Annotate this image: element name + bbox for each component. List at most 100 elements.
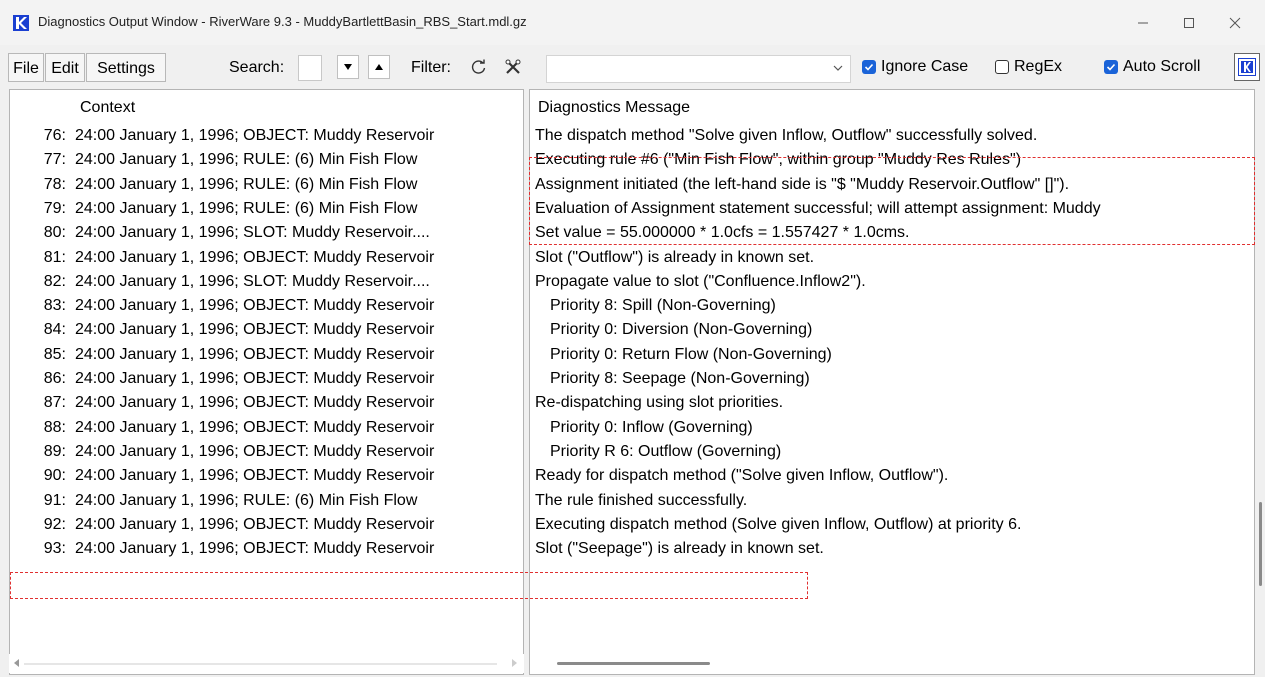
context-row[interactable]: 88: 24:00 January 1, 1996; OBJECT: Muddy … — [10, 416, 523, 440]
context-row[interactable]: 85: 24:00 January 1, 1996; OBJECT: Muddy … — [10, 343, 523, 367]
checkbox-checked-icon — [862, 60, 876, 74]
context-row[interactable]: 92: 24:00 January 1, 1996; OBJECT: Muddy … — [10, 513, 523, 537]
diagnostics-window: Diagnostics Output Window - RiverWare 9.… — [0, 0, 1265, 677]
message-row[interactable]: The dispatch method "Solve given Inflow,… — [535, 124, 1037, 148]
scroll-track[interactable] — [24, 663, 497, 665]
row-number: 90: — [43, 467, 66, 484]
context-row[interactable]: 78: 24:00 January 1, 1996; RULE: (6) Min … — [10, 173, 523, 197]
arrow-down-icon — [344, 64, 352, 70]
row-number: 84: — [43, 321, 66, 338]
refresh-icon — [471, 59, 486, 74]
message-row[interactable]: Propagate value to slot ("Confluence.Inf… — [535, 270, 866, 294]
row-context: 24:00 January 1, 1996; OBJECT: Muddy Res… — [75, 419, 435, 436]
row-number: 91: — [43, 492, 66, 509]
row-context: 24:00 January 1, 1996; RULE: (6) Min Fis… — [75, 492, 418, 509]
message-row[interactable]: Executing dispatch method (Solve given I… — [535, 513, 1021, 537]
context-row[interactable]: 87: 24:00 January 1, 1996; OBJECT: Muddy … — [10, 391, 523, 415]
context-row[interactable]: 81: 24:00 January 1, 1996; OBJECT: Muddy … — [10, 246, 523, 270]
regex-label: RegEx — [1014, 58, 1063, 75]
context-row[interactable]: 79: 24:00 January 1, 1996; RULE: (6) Min … — [10, 197, 523, 221]
row-context: 24:00 January 1, 1996; OBJECT: Muddy Res… — [75, 516, 435, 533]
context-pane[interactable]: Context 76: 24:00 January 1, 1996; OBJECT… — [9, 89, 524, 675]
riverware-pin-button[interactable] — [1234, 53, 1260, 81]
message-row[interactable]: Priority 8: Spill (Non-Governing) — [550, 294, 776, 318]
context-row[interactable]: 82: 24:00 January 1, 1996; SLOT: Muddy Re… — [10, 270, 523, 294]
search-label: Search: — [229, 59, 285, 76]
context-column-header[interactable]: Context — [80, 99, 135, 117]
minimize-button[interactable] — [1120, 8, 1166, 38]
message-row[interactable]: Slot ("Seepage") is already in known set… — [535, 537, 824, 561]
row-context: 24:00 January 1, 1996; OBJECT: Muddy Res… — [75, 443, 435, 460]
row-number: 81: — [43, 249, 66, 266]
context-row[interactable]: 83: 24:00 January 1, 1996; OBJECT: Muddy … — [10, 294, 523, 318]
edit-menu[interactable]: Edit — [45, 53, 85, 82]
message-row[interactable]: Assignment initiated (the left-hand side… — [535, 173, 1069, 197]
settings-menu[interactable]: Settings — [86, 53, 166, 82]
message-row[interactable]: Priority 0: Diversion (Non-Governing) — [550, 318, 812, 342]
row-number: 83: — [43, 297, 66, 314]
filter-clear-button[interactable] — [504, 58, 522, 76]
filter-combo[interactable] — [546, 55, 851, 83]
row-context: 24:00 January 1, 1996; SLOT: Muddy Reser… — [75, 273, 430, 290]
search-input[interactable] — [298, 55, 322, 81]
row-number: 87: — [43, 394, 66, 411]
riverware-pin-icon — [1238, 58, 1256, 76]
chevron-down-icon[interactable] — [830, 60, 846, 76]
message-row[interactable]: Executing rule #6 ("Min Fish Flow", with… — [535, 148, 1021, 172]
context-row[interactable]: 80: 24:00 January 1, 1996; SLOT: Muddy Re… — [10, 221, 523, 245]
context-row[interactable]: 86: 24:00 January 1, 1996; OBJECT: Muddy … — [10, 367, 523, 391]
message-row[interactable]: Ready for dispatch method ("Solve given … — [535, 464, 948, 488]
scroll-right-icon[interactable] — [509, 658, 519, 668]
context-row[interactable]: 76: 24:00 January 1, 1996; OBJECT: Muddy … — [10, 124, 523, 148]
regex-checkbox[interactable]: RegEx — [995, 58, 1062, 76]
row-number: 78: — [43, 176, 66, 193]
message-row[interactable]: Set value = 55.000000 * 1.0cfs = 1.55742… — [535, 221, 909, 245]
message-row[interactable]: Evaluation of Assignment statement succe… — [535, 197, 1101, 221]
context-row[interactable]: 77: 24:00 January 1, 1996; RULE: (6) Min … — [10, 148, 523, 172]
context-row[interactable]: 93: 24:00 January 1, 1996; OBJECT: Muddy … — [10, 537, 523, 561]
message-row[interactable]: Re-dispatching using slot priorities. — [535, 391, 783, 415]
maximize-icon — [1184, 18, 1194, 28]
message-row[interactable]: Priority 8: Seepage (Non-Governing) — [550, 367, 810, 391]
checkbox-checked-icon — [1104, 60, 1118, 74]
message-vertical-scrollbar[interactable] — [1259, 502, 1262, 586]
close-icon — [1229, 17, 1241, 29]
row-context: 24:00 January 1, 1996; RULE: (6) Min Fis… — [75, 176, 418, 193]
message-column-header[interactable]: Diagnostics Message — [538, 99, 690, 117]
row-number: 93: — [43, 540, 66, 557]
context-horizontal-scrollbar[interactable] — [9, 654, 524, 673]
clear-filter-icon — [505, 59, 521, 74]
message-row[interactable]: Slot ("Outflow") is already in known set… — [535, 246, 814, 270]
scroll-left-icon[interactable] — [12, 658, 22, 668]
message-row[interactable]: Priority 0: Return Flow (Non-Governing) — [550, 343, 832, 367]
row-number: 80: — [43, 224, 66, 241]
row-number: 85: — [43, 346, 66, 363]
row-context: 24:00 January 1, 1996; OBJECT: Muddy Res… — [75, 394, 435, 411]
message-pane[interactable]: Diagnostics Message The dispatch method … — [529, 89, 1255, 675]
row-number: 89: — [43, 443, 66, 460]
row-context: 24:00 January 1, 1996; OBJECT: Muddy Res… — [75, 321, 435, 338]
close-button[interactable] — [1212, 8, 1258, 38]
file-menu[interactable]: File — [8, 53, 44, 82]
context-row[interactable]: 90: 24:00 January 1, 1996; OBJECT: Muddy … — [10, 464, 523, 488]
context-row[interactable]: 84: 24:00 January 1, 1996; OBJECT: Muddy … — [10, 318, 523, 342]
auto-scroll-checkbox[interactable]: Auto Scroll — [1104, 58, 1200, 76]
filter-refresh-button[interactable] — [470, 58, 488, 76]
row-context: 24:00 January 1, 1996; RULE: (6) Min Fis… — [75, 151, 418, 168]
title-bar: Diagnostics Output Window - RiverWare 9.… — [0, 0, 1265, 45]
row-context: 24:00 January 1, 1996; OBJECT: Muddy Res… — [75, 370, 435, 387]
context-row[interactable]: 91: 24:00 January 1, 1996; RULE: (6) Min … — [10, 489, 523, 513]
row-context: 24:00 January 1, 1996; OBJECT: Muddy Res… — [75, 467, 435, 484]
message-row[interactable]: The rule finished successfully. — [535, 489, 747, 513]
search-next-button[interactable] — [337, 55, 359, 79]
message-row[interactable]: Priority R 6: Outflow (Governing) — [550, 440, 781, 464]
row-context: 24:00 January 1, 1996; RULE: (6) Min Fis… — [75, 200, 418, 217]
maximize-button[interactable] — [1166, 8, 1212, 38]
ignore-case-checkbox[interactable]: Ignore Case — [862, 58, 968, 76]
row-context: 24:00 January 1, 1996; OBJECT: Muddy Res… — [75, 297, 435, 314]
auto-scroll-label: Auto Scroll — [1123, 58, 1201, 75]
context-row[interactable]: 89: 24:00 January 1, 1996; OBJECT: Muddy … — [10, 440, 523, 464]
message-horizontal-scrollbar[interactable] — [557, 662, 710, 665]
search-previous-button[interactable] — [368, 55, 390, 79]
message-row[interactable]: Priority 0: Inflow (Governing) — [550, 416, 753, 440]
